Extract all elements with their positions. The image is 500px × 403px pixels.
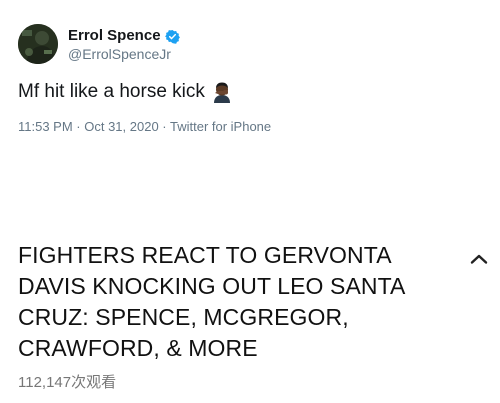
avatar-photo [18,24,58,64]
embedded-tweet: Errol Spence @ErrolSpenceJr Mf hit like … [0,0,500,230]
avatar[interactable] [18,24,58,64]
tweet-timestamp: 11:53 PM · Oct 31, 2020 · Twitter for iP… [18,119,272,134]
chevron-up-icon [470,254,488,264]
tweet-text: Mf hit like a horse kick [18,79,233,105]
collapse-button[interactable] [466,246,492,272]
author-handle[interactable]: @ErrolSpenceJr [68,45,171,63]
author-display-name[interactable]: Errol Spence [68,27,161,45]
article-headline[interactable]: FIGHTERS REACT TO GERVONTA DAVIS KNOCKIN… [18,240,438,364]
man-facepalming-emoji-icon [211,81,233,103]
tweet-body: Mf hit like a horse kick [18,81,205,102]
view-count: 112,147次观看 [18,374,117,391]
verified-badge-icon [164,29,180,44]
author-name-row: Errol Spence [68,27,180,45]
